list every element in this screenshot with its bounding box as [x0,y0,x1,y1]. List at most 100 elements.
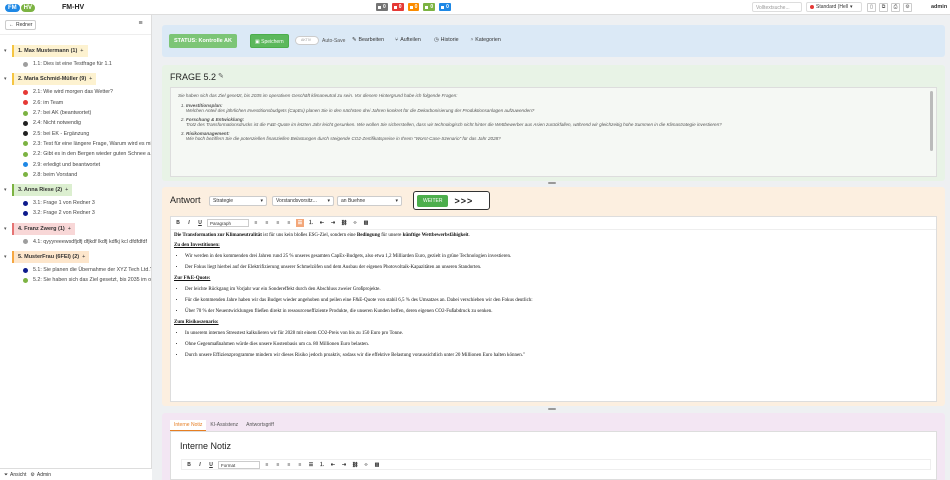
underline-icon[interactable]: U [196,219,204,227]
indent-icon[interactable]: ⇥ [329,219,337,227]
speaker-group-label[interactable]: 3. Anna Riese (2) + [12,183,73,196]
question-list-item[interactable]: 2.2: Gibt es in den Bergen wieder guten … [0,149,151,159]
add-question-icon[interactable]: + [80,45,83,57]
question-list-item[interactable]: 2.6: im Team [0,98,151,108]
speaker-select[interactable]: Vorstandsvorsitz... ▾ [272,196,334,206]
tab-internal-note[interactable]: Interne Notiz [170,420,207,431]
split-button[interactable]: ⑂ Aufteilen [395,37,421,43]
categories-button[interactable]: ◔ Kategorien [470,37,501,43]
resize-handle[interactable] [548,408,556,410]
question-list-item[interactable]: 2.7: bei AK (beantwortet) [0,108,151,118]
align-center-icon[interactable]: ≡ [274,461,282,469]
answer-content[interactable]: Die Transformation zur Klimaneutralität … [171,230,936,367]
speaker-group[interactable]: ▾ 4. Franz Zwerg (1) + [4,222,151,235]
resize-handle[interactable] [548,182,556,184]
status-counter[interactable]: 0 [407,3,420,11]
history-button[interactable]: ◷ Historie [434,37,459,43]
chevron-down-icon[interactable]: ▾ [4,187,12,193]
status-counter[interactable]: 0 [423,3,436,11]
speaker-group[interactable]: ▾ 3. Anna Riese (2) + [4,183,151,196]
speaker-group-label[interactable]: 4. Franz Zwerg (1) + [12,222,75,235]
answer-editor[interactable]: B I U Paragraph ≡ ≡ ≡ ≡ ☰ ⒈ ⇤ ⇥ ⛓ ‹› ▨ D… [170,216,937,402]
bold-icon[interactable]: B [185,461,193,469]
bullet-list-icon[interactable]: ☰ [296,219,304,227]
tab-answer-access[interactable]: Antwortsgriff [242,420,278,431]
copy-icon[interactable]: ⧉ [879,3,888,12]
question-list-item[interactable]: 2.4: Nicht notwendig [0,118,151,128]
chevron-down-icon[interactable]: ▾ [4,254,12,260]
numbered-list-icon[interactable]: ⒈ [307,219,315,227]
question-list-item[interactable]: 3.2: Frage 2 von Redner 3 [0,208,151,218]
underline-icon[interactable]: U [207,461,215,469]
italic-icon[interactable]: I [196,461,204,469]
indent-icon[interactable]: ⇥ [340,461,348,469]
edit-button[interactable]: ✎ Bearbeiten [352,37,384,43]
outdent-icon[interactable]: ⇤ [318,219,326,227]
status-button[interactable]: STATUS: Kontrolle AK [169,34,237,48]
add-question-icon[interactable]: + [68,223,71,235]
align-right-icon[interactable]: ≡ [285,461,293,469]
save-button[interactable]: ▣ Speichern [250,34,289,48]
speaker-group[interactable]: ▾ 1. Max Mustermann (1) + [4,45,151,57]
question-list-item[interactable]: 2.8: beim Vorstand [0,170,151,180]
align-justify-icon[interactable]: ≡ [285,219,293,227]
paragraph-select[interactable]: Paragraph [207,219,249,227]
question-list-item[interactable]: 3.1: Frage 1 von Redner 3 [0,198,151,208]
print-icon[interactable]: ⎙ [891,3,900,12]
target-select[interactable]: an Buehne ▾ [337,196,402,206]
tab-ai-assist[interactable]: KI-Assistenz [206,420,242,431]
autosave-toggle[interactable]: AKTIV [295,36,319,45]
question-list-item[interactable]: 2.1: Wie wird morgen das Wetter? [0,87,151,97]
code-icon[interactable]: ‹› [351,219,359,227]
code-icon[interactable]: ‹› [362,461,370,469]
admin-button[interactable]: ⚙ Admin [30,471,51,479]
user-name[interactable]: admin [931,4,947,10]
speaker-group-label[interactable]: 5. MusterFrau (6FEI) (2) + [12,250,90,263]
view-button[interactable]: ⏷ Ansicht [4,471,26,479]
align-justify-icon[interactable]: ≡ [296,461,304,469]
speaker-group[interactable]: ▾ 2. Maria Schmid-Müller (9) + [4,73,151,86]
menu-icon[interactable]: ≡ [136,20,145,29]
add-question-icon[interactable]: + [65,184,68,196]
category-select[interactable]: Strategie ▾ [209,196,267,206]
align-right-icon[interactable]: ≡ [274,219,282,227]
chevron-down-icon[interactable]: ▾ [4,48,12,54]
status-counter[interactable]: 0 [439,3,451,11]
speaker-group-label[interactable]: 1. Max Mustermann (1) + [12,45,88,57]
image-icon[interactable]: ▨ [373,461,381,469]
question-list-item[interactable]: 2.5: bei EK - Ergänzung [0,128,151,138]
question-list-item[interactable]: 5.1: Sie planen die Übernahme der XYZ Te… [0,265,151,275]
speaker-group-label[interactable]: 2. Maria Schmid-Müller (9) + [12,73,97,86]
forward-button[interactable]: WEITER [417,194,449,207]
align-left-icon[interactable]: ≡ [252,219,260,227]
italic-icon[interactable]: I [185,219,193,227]
question-list-item[interactable]: 2.9: erledigt und beantwortet [0,159,151,169]
format-select[interactable]: Format [218,460,260,469]
speaker-group[interactable]: ▾ 5. MusterFrau (6FEI) (2) + [4,250,151,263]
bullet-list-icon[interactable]: ☰ [307,461,315,469]
question-list-item[interactable]: 1.1: Dies ist eine Testfrage für 1.1 [0,59,151,69]
pencil-icon[interactable]: ✎ [218,72,224,80]
question-list-item[interactable]: 2.3: Test für eine längere Frage, Warum … [0,139,151,149]
settings-icon[interactable]: ⚙ [903,3,912,12]
add-question-icon[interactable]: + [89,73,92,85]
image-icon[interactable]: ▨ [362,219,370,227]
search-input[interactable]: Volltextsuche... [752,2,802,12]
align-center-icon[interactable]: ≡ [263,219,271,227]
app-logo[interactable]: FM HV [5,2,36,13]
status-counter[interactable]: 0 [391,3,404,11]
document-icon[interactable]: ▯ [867,3,876,12]
numbered-list-icon[interactable]: ⒈ [318,461,326,469]
back-button[interactable]: ← Redner [5,20,37,30]
add-question-icon[interactable]: + [82,251,85,263]
link-icon[interactable]: ⛓ [351,461,359,469]
scrollbar[interactable] [930,91,933,151]
bold-icon[interactable]: B [174,219,182,227]
link-icon[interactable]: ⛓ [340,219,348,227]
chevron-down-icon[interactable]: ▾ [4,76,12,82]
align-left-icon[interactable]: ≡ [263,461,271,469]
chevron-down-icon[interactable]: ▾ [4,226,12,232]
question-list-item[interactable]: 4.1: qyyyreeewsdfjdfj dfjkdf lkdfj kdfkj… [0,237,151,247]
status-counter[interactable]: 0 [376,3,388,11]
outdent-icon[interactable]: ⇤ [329,461,337,469]
